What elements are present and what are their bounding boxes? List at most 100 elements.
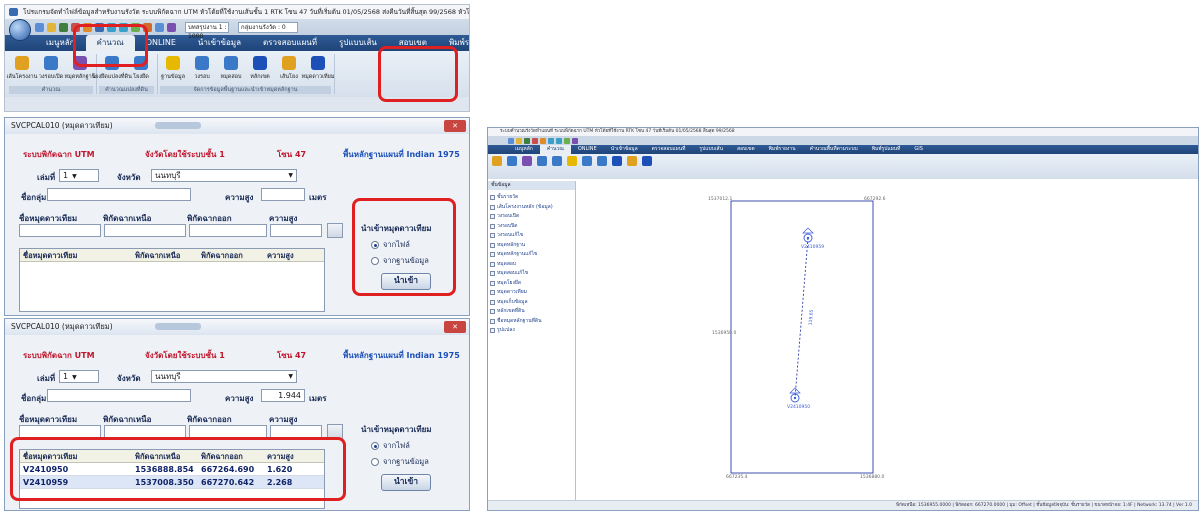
layer-icon[interactable] [155,22,164,32]
layer-item[interactable]: วงรอบเปิด [490,212,573,222]
layer-label: ชื่อหมุดหลักฐานที่ดิน [497,317,542,324]
layer-item[interactable]: หมุดสอบ [490,260,573,270]
cad-tab[interactable]: พิมพ์รายงาน [762,145,803,154]
zoom-in-icon[interactable] [548,137,554,144]
database-icon[interactable] [567,156,577,166]
layer-checkbox[interactable] [490,204,495,210]
ribbon-tab[interactable]: นำเข้าข้อมูล [187,35,252,51]
cad-tab[interactable]: สอบเขต [730,145,762,154]
scale-combo[interactable]: บทสรุปงาน 1 : 1000 [185,21,229,40]
east-input[interactable] [189,224,267,237]
ribbon-button[interactable]: หลักเขต [247,54,273,86]
cad-tab[interactable]: พิมพ์รูปแผนที่ [865,145,908,154]
work-group-combo[interactable]: กลุ่มงานรังวัด : 0 [238,21,298,33]
province-select[interactable]: นนทบุรี ▼ [151,370,297,383]
layer-checkbox[interactable] [490,318,495,324]
layer-item[interactable]: หมุดดาวเทียม [490,288,573,298]
loop-icon[interactable] [582,156,592,166]
point-name-input[interactable] [19,224,101,237]
layer-checkbox[interactable] [490,252,495,258]
print-icon[interactable] [167,22,176,32]
layer-item[interactable]: วงรอบปิด [490,222,573,232]
cad-tab[interactable]: ตรวจสอบแผนที่ [645,145,693,154]
cad-tab[interactable]: คำนวณพื้นที่ตามระบบ [803,145,865,154]
layer-item[interactable]: วงรอบแก้ไข [490,231,573,241]
layer-item[interactable]: ชั้นรายวัด [490,193,573,203]
from-file-radio[interactable]: จากไฟล์ [371,440,432,452]
layer-checkbox[interactable] [490,299,495,305]
layer-checkbox[interactable] [490,261,495,267]
layer-checkbox[interactable] [490,280,495,286]
layer-checkbox[interactable] [490,242,495,248]
delete-icon[interactable] [532,137,538,144]
layer-checkbox[interactable] [490,223,495,229]
save-icon[interactable] [59,22,68,32]
province-select[interactable]: นนทบุรี ▼ [151,169,297,182]
pan-icon[interactable] [564,137,570,144]
application-orb-button[interactable] [9,19,31,41]
north-input[interactable] [104,224,186,237]
cad-tab[interactable]: เมนูหลัก [508,145,540,154]
layer-item[interactable]: รูปแปลง [490,326,573,336]
layer-item[interactable]: หลักเขตที่ดิน [490,307,573,317]
from-db-radio[interactable]: จากฐานข้อมูล [371,456,432,468]
cad-tab[interactable]: นำเข้าข้อมูล [604,145,645,154]
cad-tab[interactable]: รูปแบบเส้น [692,145,730,154]
save-icon[interactable] [524,137,530,144]
layer-item[interactable]: หมุดสอบแก้ไข [490,269,573,279]
height-point-input[interactable] [270,224,322,237]
layer-item[interactable]: หมุดเก็บข้อมูล [490,298,573,308]
layer-item[interactable]: เส้นโครงงานหลัก (ข้อมูล) [490,203,573,213]
check-point-icon[interactable] [597,156,607,166]
ribbon-button[interactable]: วงรอบเปิด [38,54,64,86]
close-button[interactable]: ✕ [444,120,466,132]
add-row-button[interactable] [327,223,343,238]
layer-checkbox[interactable] [490,309,495,315]
ribbon-button[interactable]: เส้นโยง [276,54,302,86]
layer-item[interactable]: หมุดหลักฐาน [490,241,573,251]
open-traverse-icon[interactable] [507,156,517,166]
layer-checkbox[interactable] [490,214,495,220]
import-button[interactable]: นำเข้า [381,474,431,491]
layer-checkbox[interactable] [490,328,495,334]
control-point-icon[interactable] [522,156,532,166]
zoom-out-icon[interactable] [556,137,562,144]
print-icon[interactable] [572,137,578,144]
sheet-select[interactable]: 1 ▼ [59,169,99,182]
layer-item[interactable]: หมุดโยงยึด [490,279,573,289]
ribbon-button[interactable]: หมุดสอบ [218,54,244,86]
group-name-input[interactable] [47,188,191,201]
ribbon-button[interactable]: เส้นโครงงาน [7,54,37,86]
new-file-icon[interactable] [508,137,514,144]
cad-tab[interactable]: ONLINE [571,145,604,154]
height-input[interactable] [261,188,305,201]
satellite-benchmark-icon[interactable] [642,156,652,166]
ribbon-button[interactable]: หมุดดาวเทียม [302,54,334,86]
ribbon-button[interactable]: ฐานข้อมูล [160,54,186,86]
cad-tab[interactable]: คำนวณ [539,145,571,154]
province-label-row: จังหวัด [117,372,141,385]
undo-icon[interactable] [540,137,546,144]
ribbon-tab[interactable]: ตรวจสอบแผนที่ [252,35,328,51]
new-file-icon[interactable] [35,22,44,32]
boundary-mark-icon[interactable] [612,156,622,166]
tie-icon[interactable] [552,156,562,166]
layer-item[interactable]: ชื่อหมุดหลักฐานที่ดิน [490,317,573,327]
open-folder-icon[interactable] [516,137,522,144]
traverse-icon[interactable] [492,156,502,166]
cad-tab[interactable]: GIS [907,145,930,154]
ribbon-button[interactable]: วงรอบ [189,54,215,86]
layer-checkbox[interactable] [490,290,495,296]
layer-checkbox[interactable] [490,195,495,201]
close-button[interactable]: ✕ [444,321,466,333]
tie-parcel-icon[interactable] [537,156,547,166]
height-input[interactable]: 1.944 [261,389,305,402]
layer-checkbox[interactable] [490,233,495,239]
layer-checkbox[interactable] [490,271,495,277]
tie-line-icon[interactable] [627,156,637,166]
layer-item[interactable]: หมุดหลักฐานแก้ไข [490,250,573,260]
drawing-canvas[interactable]: 1537012.1 667292.6 1536950.0 667235.4 15… [576,181,1198,500]
group-name-input[interactable] [47,389,191,402]
open-folder-icon[interactable] [47,22,56,32]
sheet-select[interactable]: 1 ▼ [59,370,99,383]
